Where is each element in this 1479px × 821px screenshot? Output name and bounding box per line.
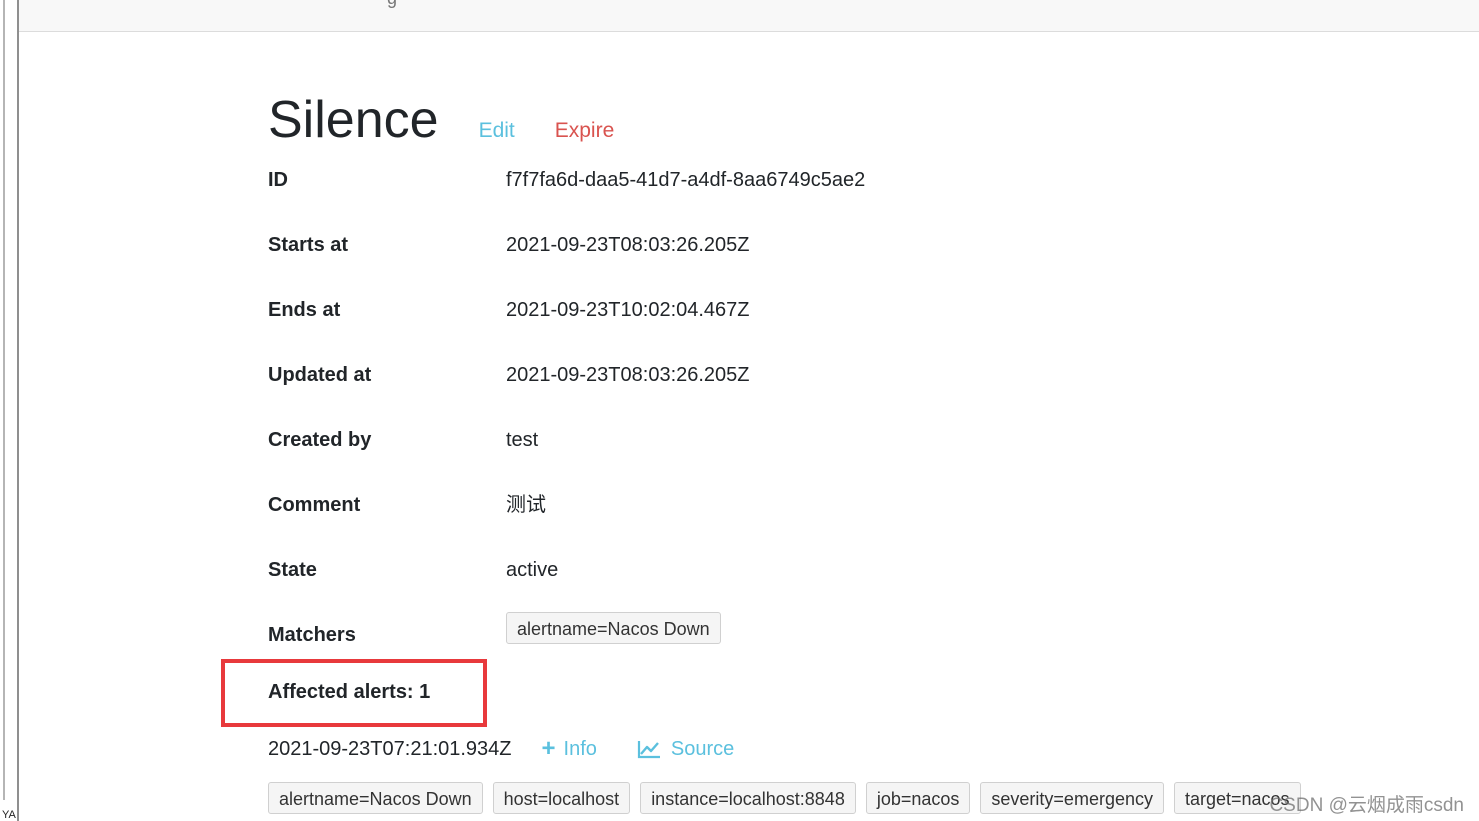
detail-label: Starts at xyxy=(268,234,349,256)
alert-label-chip: severity=emergency xyxy=(980,782,1164,814)
detail-row-state: State active xyxy=(268,555,1268,585)
alert-label-chip: alertname=Nacos Down xyxy=(268,782,483,814)
detail-label: State xyxy=(268,559,317,581)
alert-timestamp: 2021-09-23T07:21:01.934Z xyxy=(268,738,512,760)
nav-text-fragment: g xyxy=(387,0,397,9)
detail-label: Ends at xyxy=(268,299,341,321)
source-label: Source xyxy=(670,738,735,760)
top-navbar: g xyxy=(19,0,1479,32)
alert-labels: alertname=Nacos Down host=localhost inst… xyxy=(268,782,1301,814)
info-label: Info xyxy=(563,738,597,760)
created-by-value: test xyxy=(506,429,539,451)
alert-label-chip: host=localhost xyxy=(492,782,631,814)
source-button[interactable]: Source xyxy=(637,734,734,764)
edit-link[interactable]: Edit xyxy=(479,119,515,143)
detail-row-ends-at: Ends at 2021-09-23T10:02:04.467Z xyxy=(268,295,1268,325)
matcher-chip: alertname=Nacos Down xyxy=(506,612,721,644)
detail-row-created-by: Created by test xyxy=(268,425,1268,455)
detail-label: Matchers xyxy=(268,624,356,646)
watermark: CSDN @云烟成雨csdn xyxy=(1269,795,1464,816)
ends-at-value: 2021-09-23T10:02:04.467Z xyxy=(506,299,750,321)
plus-icon: + xyxy=(541,735,556,762)
page-title: Silence xyxy=(268,91,439,149)
detail-label: Created by xyxy=(268,429,372,451)
detail-row-id: ID f7f7fa6d-daa5-41d7-a4df-8aa6749c5ae2 xyxy=(268,165,1268,195)
affected-alerts-heading: Affected alerts: 1 xyxy=(268,681,431,703)
expire-link[interactable]: Expire xyxy=(555,119,615,143)
info-button[interactable]: + Info xyxy=(542,734,597,764)
comment-value: 测试 xyxy=(506,494,546,516)
affected-alert-row: 2021-09-23T07:21:01.934Z + Info Source xyxy=(268,734,734,764)
line-chart-icon xyxy=(637,741,660,759)
starts-at-value: 2021-09-23T08:03:26.205Z xyxy=(506,234,750,256)
left-window-edge: YA xyxy=(0,0,19,821)
updated-at-value: 2021-09-23T08:03:26.205Z xyxy=(506,364,750,386)
detail-label: Updated at xyxy=(268,364,372,386)
edge-text: YA xyxy=(2,809,16,821)
detail-row-matchers: Matchers alertname=Nacos Down xyxy=(268,612,1268,650)
detail-label: ID xyxy=(268,169,288,191)
detail-label: Comment xyxy=(268,494,361,516)
silence-id-value: f7f7fa6d-daa5-41d7-a4df-8aa6749c5ae2 xyxy=(506,169,866,191)
silence-header: Silence Edit Expire xyxy=(268,88,614,152)
window-border-line xyxy=(3,0,5,800)
detail-row-updated-at: Updated at 2021-09-23T08:03:26.205Z xyxy=(268,360,1268,390)
alert-label-chip: instance=localhost:8848 xyxy=(640,782,856,814)
detail-row-starts-at: Starts at 2021-09-23T08:03:26.205Z xyxy=(268,230,1268,260)
alert-label-chip: job=nacos xyxy=(865,782,971,814)
state-value: active xyxy=(506,559,559,581)
detail-row-comment: Comment 测试 xyxy=(268,490,1268,520)
